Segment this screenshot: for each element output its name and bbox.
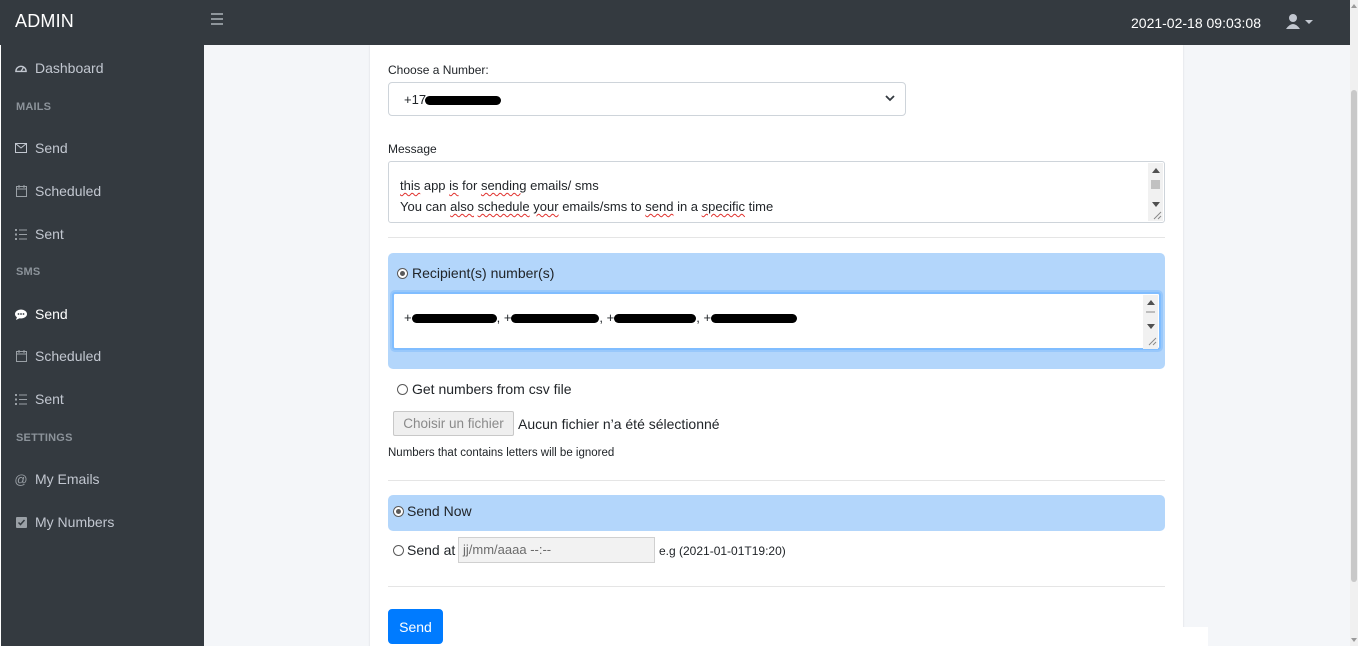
radio-unchecked-icon[interactable] <box>393 544 404 556</box>
sms-send-form-card: Choose a Number: +17 Message this app is… <box>370 45 1183 646</box>
sidebar-item-mails-send[interactable]: Send <box>15 137 68 159</box>
sidebar-item-sms-sent[interactable]: Sent <box>15 388 64 410</box>
section-header-settings: SETTINGS <box>16 432 73 444</box>
sender-number-select[interactable]: +17 <box>388 82 906 116</box>
recipients-option[interactable]: Recipient(s) number(s) <box>397 265 554 281</box>
send-now-panel: Send Now <box>388 495 1165 531</box>
choose-number-label: Choose a Number: <box>388 63 489 77</box>
main-content: Choose a Number: +17 Message this app is… <box>204 45 1350 646</box>
list-icon <box>15 393 27 405</box>
message-line-2: You can also schedule your emails/sms to… <box>400 199 774 214</box>
recipients-value: +, +, +, + <box>404 310 798 325</box>
blank-area <box>1140 627 1208 646</box>
datetime-display: 2021-02-18 09:03:08 <box>1131 15 1261 31</box>
send-button[interactable]: Send <box>388 609 443 644</box>
sidebar-item-label: Scheduled <box>35 183 102 199</box>
caret-down-icon <box>1305 20 1313 24</box>
brand-title[interactable]: ADMIN <box>15 11 74 32</box>
top-navbar: ADMIN 2021-02-18 09:03:08 <box>0 0 1350 45</box>
file-status-text: Aucun fichier n’a été sélectionné <box>518 416 720 432</box>
sidebar-item-sms-scheduled[interactable]: Scheduled <box>15 345 101 367</box>
sidebar-item-sms-send[interactable]: Send <box>15 303 68 325</box>
divider <box>388 480 1165 481</box>
resize-grip-icon[interactable] <box>1148 337 1157 346</box>
dashboard-icon <box>15 62 27 74</box>
chevron-down-icon <box>885 95 895 102</box>
csv-note: Numbers that contains letters will be ig… <box>388 447 615 459</box>
sidebar-item-label: Sent <box>35 226 64 242</box>
sidebar: Dashboard MAILS Send Scheduled Sent SMS … <box>1 45 204 646</box>
recipients-panel: Recipient(s) number(s) +, +, +, + <box>388 253 1165 369</box>
datetime-format-hint: e.g (2021-01-01T19:20) <box>659 544 786 558</box>
calendar-icon <box>15 185 27 197</box>
message-textarea[interactable]: this app is for sending emails/ sms You … <box>388 161 1165 223</box>
calendar-icon <box>15 350 27 362</box>
sidebar-item-label: Dashboard <box>35 60 104 76</box>
recipients-textarea[interactable]: +, +, +, + <box>392 292 1161 350</box>
message-label: Message <box>388 142 437 156</box>
sidebar-item-dashboard[interactable]: Dashboard <box>15 57 104 79</box>
sidebar-item-label: Scheduled <box>35 348 102 364</box>
sidebar-item-label: My Emails <box>35 471 100 487</box>
sidebar-item-mails-sent[interactable]: Sent <box>15 223 64 245</box>
send-at-option[interactable]: Send at <box>393 542 455 558</box>
divider <box>388 586 1165 587</box>
sidebar-item-label: My Numbers <box>35 514 115 530</box>
menu-toggle-icon[interactable] <box>211 13 223 27</box>
user-icon <box>1286 14 1313 29</box>
checked-square-icon <box>15 516 27 528</box>
choose-file-button[interactable]: Choisir un fichier <box>393 411 514 436</box>
chat-bubble-icon <box>15 308 27 320</box>
sidebar-item-label: Send <box>35 140 68 156</box>
radio-checked-icon[interactable] <box>397 267 408 279</box>
at-sign-icon: @ <box>14 471 28 487</box>
list-icon <box>15 228 27 240</box>
redaction-mark <box>425 96 501 105</box>
sidebar-item-my-emails[interactable]: @ My Emails <box>14 468 100 490</box>
user-menu-dropdown[interactable] <box>1284 12 1316 32</box>
resize-grip-icon[interactable] <box>1153 211 1162 220</box>
section-header-mails: MAILS <box>16 101 52 113</box>
divider <box>388 237 1165 238</box>
sidebar-item-label: Send <box>35 306 68 322</box>
sidebar-item-label: Sent <box>35 391 64 407</box>
envelope-icon <box>15 142 27 154</box>
send-at-datetime-input[interactable]: jj/mm/aaaa --:-- <box>458 537 655 563</box>
window-scrollbar[interactable] <box>1350 0 1358 646</box>
send-now-option[interactable]: Send Now <box>393 503 472 519</box>
radio-unchecked-icon[interactable] <box>397 383 408 395</box>
sidebar-item-my-numbers[interactable]: My Numbers <box>15 511 114 533</box>
section-header-sms: SMS <box>16 266 41 278</box>
radio-checked-icon[interactable] <box>393 505 404 517</box>
csv-option[interactable]: Get numbers from csv file <box>397 381 572 397</box>
sidebar-item-mails-scheduled[interactable]: Scheduled <box>15 180 101 202</box>
sender-number-value: +17 <box>404 92 427 107</box>
message-line-1: this app is for sending emails/ sms <box>400 178 599 193</box>
